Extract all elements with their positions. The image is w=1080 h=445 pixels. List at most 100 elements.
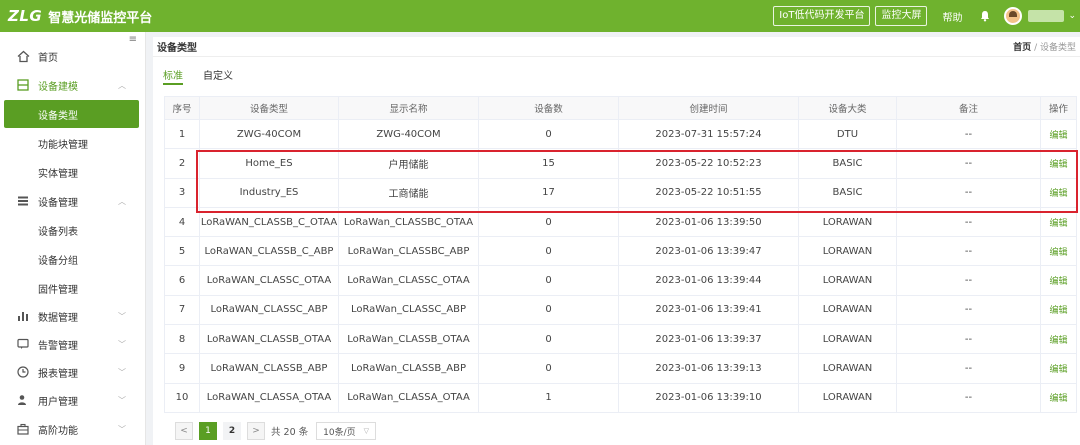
created-time-cell: 2023-01-06 13:39:50 (618, 206, 799, 238)
breadcrumb: 首页 / 设备类型 (1013, 40, 1076, 53)
chevron-down-icon: ﹀ (118, 311, 126, 321)
device-type-cell: Home_ES (199, 148, 339, 179)
page-size-select[interactable]: 10条/页 ▽ (316, 422, 377, 440)
device-category-cell: LORAWAN (798, 265, 897, 296)
sidebar-item-report-mgmt[interactable]: 报表管理 ﹀ (0, 358, 146, 386)
created-time-cell: 2023-01-06 13:39:47 (618, 236, 799, 267)
created-time-cell: 2023-05-22 10:51:55 (618, 177, 799, 208)
display-name-cell: LoRaWan_CLASSBC_OTAA (338, 206, 479, 238)
sidebar-item-alarm-mgmt[interactable]: 告警管理 ﹀ (0, 330, 146, 358)
device-count-cell: 0 (478, 353, 619, 384)
sidebar-item-device-modeling[interactable]: 设备建模 ︿ (0, 71, 146, 99)
sidebar-item-entity[interactable]: 实体管理 (0, 158, 146, 186)
total-count: 共 20 条 (271, 427, 309, 438)
chevron-down-icon: ﹀ (118, 339, 126, 349)
sidebar-item-label: 报表管理 (38, 368, 78, 380)
row-index-cell: 4 (164, 206, 200, 238)
table-row: 10 LoRaWAN_CLASSA_OTAA LoRaWan_CLASSA_OTAA… (164, 382, 1077, 413)
page-2-button[interactable]: 2 (223, 422, 241, 440)
edit-link-cell[interactable]: 编辑 (1040, 177, 1077, 208)
edit-link-cell[interactable]: 编辑 (1040, 324, 1077, 355)
bell-icon[interactable] (978, 9, 992, 23)
column-header: 序号 (164, 96, 200, 120)
breadcrumb-home[interactable]: 首页 (1013, 43, 1031, 53)
device-count-cell: 17 (478, 177, 619, 208)
sidebar-item-firmware[interactable]: 固件管理 (0, 274, 146, 302)
edit-link-cell[interactable]: 编辑 (1040, 236, 1077, 267)
display-name-cell: LoRaWan_CLASSB_OTAA (338, 324, 479, 355)
chevron-down-icon[interactable]: ⌄ (1068, 11, 1076, 21)
remark-cell: -- (896, 148, 1041, 179)
prev-page-button[interactable]: < (175, 422, 193, 440)
sidebar-item-label: 设备建模 (38, 81, 78, 93)
chevron-down-icon: ﹀ (118, 424, 126, 434)
device-type-cell: LoRaWAN_CLASSA_OTAA (199, 382, 339, 413)
device-category-cell: LORAWAN (798, 236, 897, 267)
device-count-cell: 0 (478, 118, 619, 150)
device-type-table: 序号 设备类型 显示名称 设备数 创建时间 设备大类 备注 操作 1 ZWG-40… (164, 96, 1077, 413)
tab-standard[interactable]: 标准 (163, 63, 183, 85)
sidebar-item-advanced[interactable]: 高阶功能 ﹀ (0, 415, 146, 443)
help-link[interactable]: 帮助 (942, 9, 962, 24)
pagination: < 1 2 > 共 20 条 10条/页 ▽ (175, 422, 377, 440)
next-page-button[interactable]: > (247, 422, 265, 440)
device-category-cell: BASIC (798, 177, 897, 208)
display-name-cell: LoRaWan_CLASSA_OTAA (338, 382, 479, 413)
device-category-cell: LORAWAN (798, 353, 897, 384)
display-name-cell: ZWG-40COM (338, 118, 479, 150)
remark-cell: -- (896, 236, 1041, 267)
app-title: 智慧光储监控平台 (48, 10, 153, 26)
edit-link-cell[interactable]: 编辑 (1040, 118, 1077, 150)
sidebar-item-device-mgmt[interactable]: 设备管理 ︿ (0, 187, 146, 215)
device-category-cell: LORAWAN (798, 324, 897, 355)
edit-link-cell[interactable]: 编辑 (1040, 206, 1077, 238)
device-category-cell: LORAWAN (798, 294, 897, 326)
display-name-cell: 户用储能 (338, 148, 479, 179)
row-index-cell: 7 (164, 294, 200, 326)
edit-link-cell[interactable]: 编辑 (1040, 353, 1077, 384)
iot-platform-button[interactable]: IoT低代码开发平台 (773, 6, 871, 26)
device-type-cell: LoRaWAN_CLASSB_C_ABP (199, 236, 339, 267)
tab-custom[interactable]: 自定义 (203, 63, 233, 85)
table-row: 5 LoRaWAN_CLASSB_C_ABP LoRaWan_CLASSBC_ABP… (164, 236, 1077, 267)
monitor-screen-button[interactable]: 监控大屏 (875, 6, 928, 26)
user-icon (16, 393, 30, 407)
row-index-cell: 10 (164, 382, 200, 413)
avatar[interactable] (1004, 7, 1023, 25)
edit-link-cell[interactable]: 编辑 (1040, 294, 1077, 326)
display-name-cell: LoRaWan_CLASSC_OTAA (338, 265, 479, 296)
sidebar-item-user-mgmt[interactable]: 用户管理 ﹀ (0, 386, 146, 414)
edit-link-cell[interactable]: 编辑 (1040, 148, 1077, 179)
sidebar-item-device-type[interactable]: 设备类型 (4, 100, 139, 128)
page-title: 设备类型 (157, 43, 197, 54)
main-panel: 设备类型 首页 / 设备类型 标准 自定义 序号 设备类型 显示名称 设备数 创… (153, 37, 1080, 445)
message-icon (16, 337, 30, 351)
sidebar-item-device-list[interactable]: 设备列表 (0, 216, 146, 244)
sidebar-item-device-group[interactable]: 设备分组 (0, 245, 146, 273)
device-type-cell: Industry_ES (199, 177, 339, 208)
remark-cell: -- (896, 382, 1041, 413)
device-type-cell: LoRaWAN_CLASSC_ABP (199, 294, 339, 326)
sidebar-item-data-mgmt[interactable]: 数据管理 ﹀ (0, 302, 146, 330)
column-header: 设备类型 (199, 96, 339, 120)
logo[interactable]: ZLG 智慧光储监控平台 (0, 7, 152, 26)
cube-icon (16, 78, 30, 92)
sidebar-item-function-block[interactable]: 功能块管理 (0, 129, 146, 157)
user-name-redacted[interactable] (1028, 10, 1065, 22)
edit-link-cell[interactable]: 编辑 (1040, 265, 1077, 296)
sidebar-item-label: 首页 (38, 52, 58, 64)
page-1-button[interactable]: 1 (199, 422, 217, 440)
home-icon (16, 49, 30, 63)
row-index-cell: 6 (164, 265, 200, 296)
sidebar-item-home[interactable]: 首页 (0, 42, 146, 70)
clock-icon (16, 365, 30, 379)
table-header-row: 序号 设备类型 显示名称 设备数 创建时间 设备大类 备注 操作 (164, 96, 1077, 120)
device-category-cell: DTU (798, 118, 897, 150)
display-name-cell: 工商储能 (338, 177, 479, 208)
device-type-cell: LoRaWAN_CLASSB_C_OTAA (199, 206, 339, 238)
device-type-cell: LoRaWAN_CLASSB_ABP (199, 353, 339, 384)
sidebar: ≡ 首页 设备建模 ︿ 设备类型 功能块管理 实体管理 设备管理 ︿ 设备列表 … (0, 32, 146, 445)
remark-cell: -- (896, 206, 1041, 238)
column-header: 设备数 (478, 96, 619, 120)
edit-link-cell[interactable]: 编辑 (1040, 382, 1077, 413)
